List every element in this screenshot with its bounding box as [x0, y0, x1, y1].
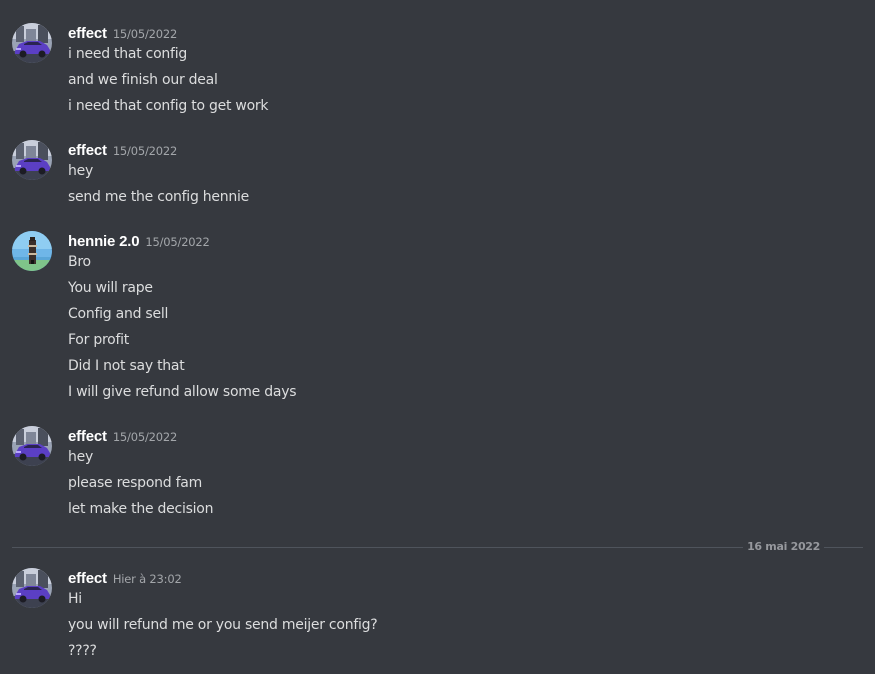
message-text: Config and sell — [68, 306, 169, 322]
message-text: and we finish our deal — [68, 72, 218, 88]
message-header: effect Hier à 23:02 — [68, 568, 182, 588]
purple-car-avatar-icon — [12, 23, 52, 63]
user-avatar[interactable] — [12, 568, 52, 608]
message-text: Bro — [68, 254, 91, 270]
username[interactable]: hennie 2.0 — [68, 233, 140, 250]
message-text: send me the config hennie — [68, 189, 250, 205]
user-avatar[interactable] — [12, 231, 52, 271]
message-text: For profit — [68, 332, 130, 348]
timestamp: 15/05/2022 — [145, 235, 210, 249]
message-lines: Hi you will refund me or you send meijer… — [68, 588, 378, 666]
message-text: You will rape — [68, 280, 153, 296]
chat-messages: effect 15/05/2022 i need that config and … — [0, 0, 875, 674]
message-header: effect 15/05/2022 — [68, 140, 177, 160]
purple-car-avatar-icon — [12, 568, 52, 608]
message-text: I will give refund allow some days — [68, 384, 297, 400]
message-text: let make the decision — [68, 501, 214, 517]
date-divider: 16 mai 2022 — [12, 540, 863, 554]
user-avatar[interactable] — [12, 23, 52, 63]
message-lines: Bro You will rape Config and sell For pr… — [68, 251, 297, 407]
date-divider-label: 16 mai 2022 — [743, 540, 824, 554]
purple-car-avatar-icon — [12, 426, 52, 466]
username[interactable]: effect — [68, 570, 107, 587]
message-text: Did I not say that — [68, 358, 185, 374]
message-lines: i need that config and we finish our dea… — [68, 43, 269, 121]
message-text: Hi — [68, 591, 82, 607]
message-text: i need that config to get work — [68, 98, 269, 114]
user-avatar[interactable] — [12, 140, 52, 180]
purple-car-avatar-icon — [12, 140, 52, 180]
message-lines: hey send me the config hennie — [68, 160, 249, 212]
username[interactable]: effect — [68, 142, 107, 159]
message-text: i need that config — [68, 46, 187, 62]
message-text: hey — [68, 163, 94, 179]
lighthouse-avatar-icon — [12, 231, 52, 271]
username[interactable]: effect — [68, 428, 107, 445]
username[interactable]: effect — [68, 25, 107, 42]
message-lines: hey please respond fam let make the deci… — [68, 446, 213, 524]
message-header: effect 15/05/2022 — [68, 23, 177, 43]
message-text: you will refund me or you send meijer co… — [68, 617, 378, 633]
message-text: ???? — [68, 643, 97, 659]
user-avatar[interactable] — [12, 426, 52, 466]
timestamp: Hier à 23:02 — [112, 572, 182, 586]
message-header: effect 15/05/2022 — [68, 426, 177, 446]
message-header: hennie 2.0 15/05/2022 — [68, 231, 210, 251]
timestamp: 15/05/2022 — [112, 144, 178, 158]
timestamp: 15/05/2022 — [112, 430, 178, 444]
timestamp: 15/05/2022 — [112, 27, 178, 41]
message-text: hey — [68, 449, 94, 465]
message-text: please respond fam — [68, 475, 202, 491]
